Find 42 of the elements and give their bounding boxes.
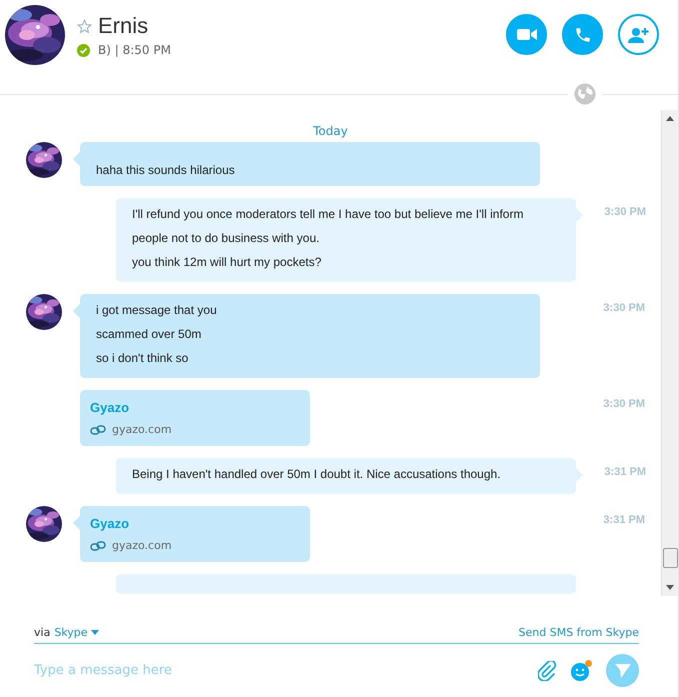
link-icon (90, 424, 107, 434)
message-text: so i don't think so (96, 350, 190, 367)
mood-message: B) | 8:50 PM (98, 43, 171, 57)
video-camera-icon (516, 28, 536, 41)
scrollbar-thumb[interactable] (662, 548, 678, 568)
call-button[interactable] (562, 14, 603, 55)
paperclip-icon (538, 660, 556, 680)
message-text: I'll refund you once moderators tell me I have too but believe me I'll inform people not to do business with you. (132, 206, 524, 247)
link-title[interactable]: Gyazo (90, 516, 130, 531)
scroll-up-icon[interactable] (666, 116, 674, 121)
message-text: you think 12m will hurt my pockets? (132, 254, 322, 271)
message-text: Being I haven't handled over 50m I doubt it. Nice accusations though. (132, 466, 502, 483)
emoticon-button[interactable] (570, 660, 592, 682)
message-text: scammed over 50m (96, 326, 202, 343)
message-text: i got message that you (96, 302, 218, 319)
send-sms-link[interactable]: Send SMS from Skype (518, 626, 639, 639)
link-url: gyazo.com (112, 423, 172, 436)
service-dropdown[interactable]: Skype (54, 626, 99, 639)
scrollbar[interactable] (661, 110, 678, 596)
link-url: gyazo.com (112, 539, 172, 552)
contact-name: Ernis (98, 13, 148, 39)
message-text: haha this sounds hilarious (96, 162, 236, 179)
message-time: 3:31 PM (603, 465, 646, 478)
add-contact-button[interactable] (618, 14, 659, 55)
globe-icon[interactable] (574, 83, 596, 105)
attach-button[interactable] (538, 660, 556, 680)
message-time: 3:31 PM (602, 513, 645, 526)
scroll-down-icon[interactable] (666, 585, 674, 590)
message-time: 3:30 PM (602, 397, 645, 410)
date-label: Today (313, 124, 348, 138)
via-label: via (34, 626, 50, 639)
add-person-icon (628, 26, 650, 44)
video-call-button[interactable] (506, 14, 547, 55)
message-time: 3:30 PM (602, 301, 645, 314)
send-button[interactable] (606, 654, 639, 687)
message-time: 3:30 PM (603, 205, 646, 218)
star-icon[interactable] (77, 18, 92, 34)
paper-plane-icon (614, 664, 630, 678)
link-icon (90, 540, 107, 550)
phone-icon (574, 26, 592, 44)
link-title[interactable]: Gyazo (90, 400, 130, 415)
caret-icon (90, 630, 99, 635)
